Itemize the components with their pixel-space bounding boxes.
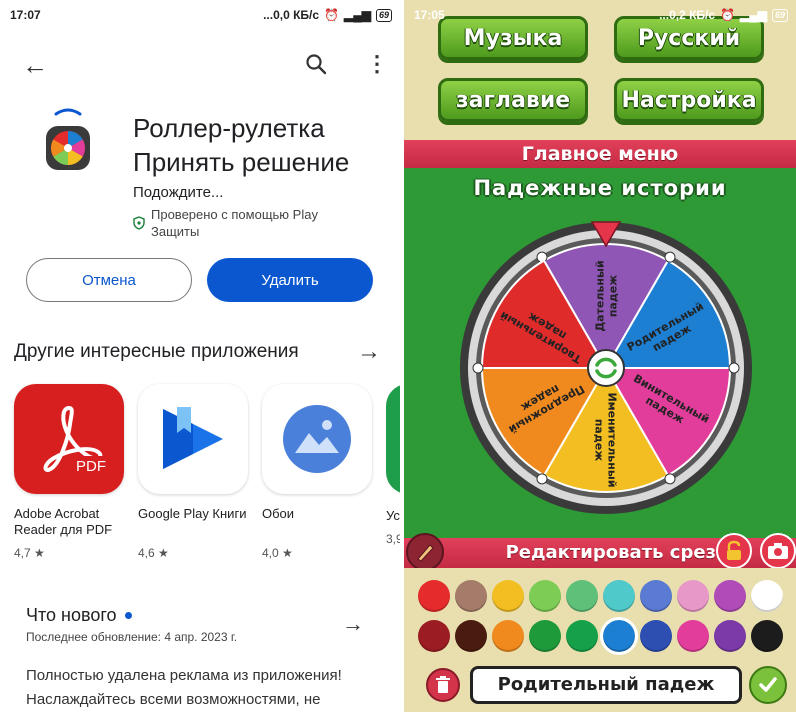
- app-icon: [46, 108, 90, 170]
- color-palette: [418, 580, 788, 655]
- camera-icon[interactable]: [760, 533, 796, 569]
- play-store-screen: 17:07 ...0,0 КБ/с ⏰ ▂▄▆ 69 ← ⋮ Роллер-ру…: [0, 0, 400, 712]
- app-name: Adobe Acrobat Reader для PDF: [14, 506, 113, 537]
- play-books-icon: [138, 384, 248, 494]
- network-speed: ...0,2 КБ/с: [659, 8, 716, 22]
- game-screen: 17:05 ...0,2 КБ/с ⏰ ▂▄▆ 69 Музыка Русски…: [400, 0, 796, 712]
- color-swatch[interactable]: [640, 580, 672, 612]
- game-title: Падежные истории: [473, 176, 727, 200]
- uninstall-button[interactable]: Удалить: [207, 258, 373, 302]
- app-rating: 4,0 ★: [262, 546, 293, 560]
- color-swatch[interactable]: [418, 580, 450, 612]
- status-bar: 17:05 ...0,2 КБ/с ⏰ ▂▄▆ 69: [404, 0, 796, 30]
- wheel-peg: [664, 473, 676, 485]
- cancel-button[interactable]: Отмена: [26, 258, 192, 302]
- color-swatch[interactable]: [566, 620, 598, 652]
- pencil-icon[interactable]: [406, 533, 444, 571]
- color-swatch[interactable]: [677, 620, 709, 652]
- app-rating: 4,6 ★: [138, 546, 169, 560]
- trash-icon[interactable]: [426, 668, 460, 702]
- app-name: Google Play Книги: [138, 506, 247, 521]
- whats-new-label: Что нового: [26, 605, 117, 625]
- wheel-svg[interactable]: Дательный падежРодительныйпадежВинительны…: [458, 220, 754, 516]
- app-card-partial[interactable]: [386, 384, 400, 494]
- app-rating: 4,7 ★: [14, 546, 45, 560]
- svg-text:падеж: падеж: [593, 419, 606, 461]
- status-bar: 17:07 ...0,0 КБ/с ⏰ ▂▄▆ 69: [0, 0, 400, 30]
- color-swatch[interactable]: [640, 620, 672, 652]
- settings-button[interactable]: Настройка: [614, 78, 764, 122]
- svg-text:падеж: падеж: [607, 275, 620, 317]
- app-bar: ← ⋮: [0, 50, 400, 80]
- status-time: 17:05: [414, 8, 445, 22]
- title-button[interactable]: заглавие: [438, 78, 588, 122]
- app-card-wallpapers[interactable]: Обои 4,0 ★: [262, 384, 372, 560]
- app-card-play-books[interactable]: Google Play Книги 4,6 ★: [138, 384, 248, 560]
- svg-text:Именительный: Именительный: [606, 392, 619, 487]
- install-status: Подождите...: [133, 184, 224, 201]
- color-swatch[interactable]: [492, 580, 524, 612]
- color-swatch[interactable]: [529, 620, 561, 652]
- color-swatch[interactable]: [751, 580, 783, 612]
- color-swatch[interactable]: [603, 580, 635, 612]
- app-carousel: PDF Adobe Acrobat Reader для PDF 4,7 ★ G…: [14, 384, 372, 560]
- wheel-peg: [728, 362, 740, 374]
- alarm-icon: ⏰: [324, 8, 340, 22]
- color-swatch[interactable]: [600, 617, 638, 655]
- shield-icon: [133, 216, 145, 230]
- checkmark-icon[interactable]: [749, 666, 787, 704]
- color-swatch[interactable]: [418, 620, 450, 652]
- app-rating: 3,9: [386, 532, 400, 546]
- play-protect-verified: Проверено с помощью Play Защиты: [133, 206, 341, 240]
- app-title: Роллер-рулетка Принять решение: [133, 113, 350, 177]
- wheel-peg: [472, 362, 484, 374]
- color-swatch[interactable]: [714, 620, 746, 652]
- svg-text:PDF: PDF: [76, 458, 106, 475]
- color-swatch[interactable]: [566, 580, 598, 612]
- signal-icon: ▂▄▆: [740, 8, 767, 22]
- status-time: 17:07: [10, 8, 41, 22]
- battery-icon: 69: [375, 8, 392, 22]
- edit-slice-label: Редактировать срез: [505, 542, 716, 563]
- roulette-wheel[interactable]: Дательный падеж Родительный падеж Винительны…: [458, 220, 754, 516]
- wheel-peg: [664, 251, 676, 263]
- color-swatch[interactable]: [677, 580, 709, 612]
- lock-icon[interactable]: [716, 533, 752, 569]
- color-swatch[interactable]: [529, 580, 561, 612]
- back-arrow-icon[interactable]: ←: [22, 52, 48, 78]
- whats-new-title: Что нового: [26, 605, 132, 626]
- more-vert-icon[interactable]: ⋮: [366, 52, 388, 76]
- alarm-icon: ⏰: [720, 8, 736, 22]
- last-updated: Последнее обновление: 4 апр. 2023 г.: [26, 630, 238, 644]
- color-swatch[interactable]: [714, 580, 746, 612]
- app-name: Обои: [262, 506, 295, 521]
- whats-new-description: Полностью удалена реклама из приложения!…: [26, 667, 342, 708]
- main-menu-bar[interactable]: Главное меню: [404, 140, 796, 168]
- color-swatch[interactable]: [455, 580, 487, 612]
- wallpapers-icon: [262, 384, 372, 494]
- verified-text: Проверено с помощью Play Защиты: [151, 207, 318, 239]
- network-speed: ...0,0 КБ/с: [263, 8, 320, 22]
- color-swatch[interactable]: [455, 620, 487, 652]
- new-dot-icon: [124, 612, 132, 619]
- arrow-right-icon[interactable]: →: [342, 611, 364, 637]
- wheel-peg: [536, 473, 548, 485]
- pdf-icon: PDF: [14, 384, 124, 494]
- app-card-adobe[interactable]: PDF Adobe Acrobat Reader для PDF 4,7 ★: [14, 384, 124, 560]
- app-name: Ус: [386, 508, 400, 523]
- color-swatch[interactable]: [492, 620, 524, 652]
- arrow-right-icon[interactable]: →: [357, 338, 381, 366]
- search-icon[interactable]: [304, 52, 328, 76]
- spin-button[interactable]: [587, 349, 625, 387]
- battery-icon: 69: [771, 8, 788, 22]
- color-swatch[interactable]: [751, 620, 783, 652]
- section-title: Другие интересные приложения: [14, 341, 299, 362]
- slice-name-input[interactable]: Родительный падеж: [470, 666, 742, 704]
- svg-text:Дательный: Дательный: [594, 260, 607, 331]
- signal-icon: ▂▄▆: [344, 8, 371, 22]
